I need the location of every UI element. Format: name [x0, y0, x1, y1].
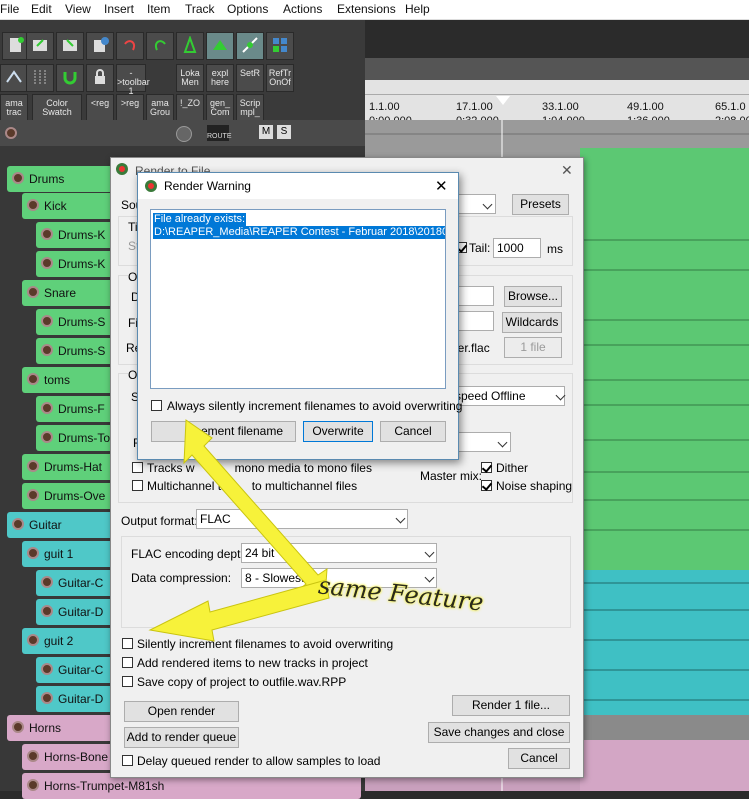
annotation-arrows — [148, 419, 330, 642]
